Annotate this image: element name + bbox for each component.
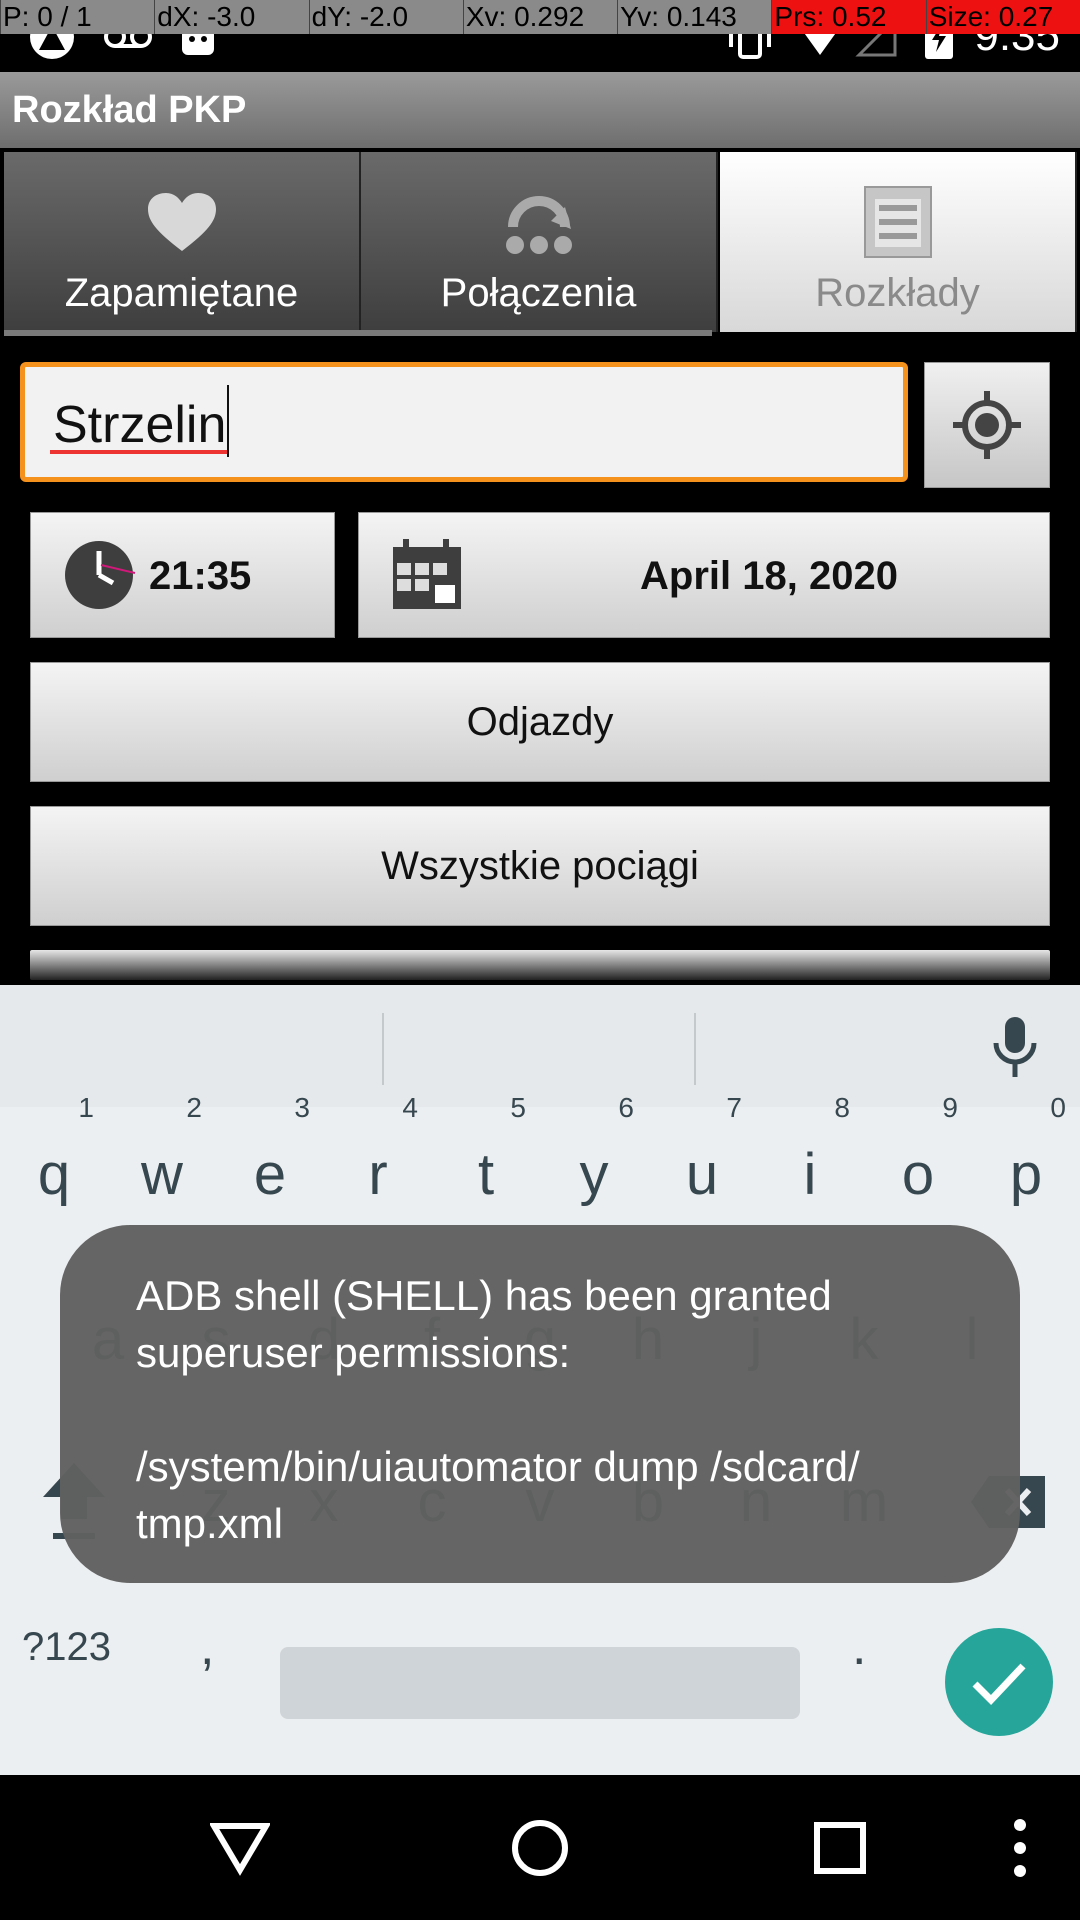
crosshair-icon [953, 391, 1021, 459]
debug-xv: Xv: 0.292 [462, 0, 617, 34]
key-e[interactable]: 3e [216, 1092, 324, 1230]
calendar-icon [393, 539, 461, 609]
app-title: Rozkład PKP [12, 89, 247, 131]
debug-size: Size: 0.27 [925, 0, 1080, 34]
date-value: April 18, 2020 [640, 554, 898, 598]
action-bar: Rozkład PKP [0, 72, 1080, 148]
tab-bar: Zapamiętane Połączenia Rozkłady [0, 148, 1080, 338]
key-r[interactable]: 4r [324, 1092, 432, 1230]
key-row-1: 1q 2w 3e 4r 5t 6y 7u 8i 9o 0p [0, 1092, 1080, 1230]
back-icon [210, 1822, 270, 1876]
key-p[interactable]: 0p [972, 1092, 1080, 1230]
heart-icon [4, 182, 359, 262]
time-picker-button[interactable]: 21:35 [30, 512, 335, 638]
navigation-bar [0, 1775, 1080, 1920]
debug-pressure: Prs: 0.52 [771, 0, 926, 34]
tab-saved[interactable]: Zapamiętane [4, 152, 361, 332]
tab-connections-label: Połączenia [440, 271, 637, 315]
key-u[interactable]: 7u [648, 1092, 756, 1230]
microphone-icon[interactable] [990, 1013, 1060, 1093]
period-key[interactable]: . [852, 1607, 866, 1687]
tab-connections[interactable]: Połączenia [361, 152, 718, 332]
status-bar: 9:35 P: 0 / 1 dX: -3.0 dY: -2.0 Xv: 0.29… [0, 0, 1080, 72]
key-w[interactable]: 2w [108, 1092, 216, 1230]
timetable-icon [720, 182, 1075, 262]
tab-timetables-label: Rozkłady [815, 271, 980, 315]
locate-button[interactable] [924, 362, 1050, 488]
all-trains-button[interactable]: Wszystkie pociągi [30, 806, 1050, 926]
clock-icon [65, 541, 136, 609]
home-button[interactable] [470, 1775, 610, 1920]
overflow-menu-button[interactable] [950, 1775, 1080, 1920]
tab-indicator-inactive [4, 330, 712, 336]
suggestion-divider [382, 1013, 384, 1085]
date-picker-button[interactable]: April 18, 2020 [358, 512, 1050, 638]
debug-pointer-count: P: 0 / 1 [0, 0, 154, 34]
toast-text: ADB shell (SHELL) has been granted super… [136, 1272, 860, 1547]
back-button[interactable] [170, 1775, 310, 1920]
home-icon [512, 1819, 568, 1876]
text-cursor [227, 385, 229, 457]
more-vert-icon [1014, 1818, 1026, 1877]
tab-timetables[interactable]: Rozkłady [720, 152, 1077, 332]
debug-dy: dY: -2.0 [308, 0, 463, 34]
all-trains-label: Wszystkie pociągi [381, 843, 699, 888]
key-o[interactable]: 9o [864, 1092, 972, 1230]
time-value: 21:35 [149, 554, 252, 598]
spacebar[interactable] [280, 1647, 800, 1719]
partially-hidden-button[interactable] [30, 950, 1050, 980]
key-t[interactable]: 5t [432, 1092, 540, 1230]
debug-yv: Yv: 0.143 [617, 0, 771, 34]
debug-dx: dX: -3.0 [154, 0, 308, 34]
recents-icon [814, 1821, 866, 1874]
recents-button[interactable] [770, 1775, 910, 1920]
departures-button[interactable]: Odjazdy [30, 662, 1050, 782]
comma-key[interactable]: , [200, 1607, 214, 1687]
departures-label: Odjazdy [466, 699, 614, 744]
key-i[interactable]: 8i [756, 1092, 864, 1230]
suggestion-divider [694, 1013, 696, 1085]
checkmark-icon [972, 1663, 1026, 1706]
enter-key[interactable] [945, 1628, 1053, 1736]
toast-message: ADB shell (SHELL) has been granted super… [60, 1225, 1020, 1583]
key-q[interactable]: 1q [0, 1092, 108, 1230]
suggestion-strip [0, 985, 1080, 1107]
connections-icon [361, 182, 716, 262]
spellcheck-underline [50, 450, 228, 454]
station-field[interactable] [20, 362, 908, 482]
key-y[interactable]: 6y [540, 1092, 648, 1230]
pointer-debug-overlay: P: 0 / 1 dX: -3.0 dY: -2.0 Xv: 0.292 Yv:… [0, 0, 1080, 34]
symbols-key[interactable]: ?123 [22, 1607, 111, 1687]
tab-saved-label: Zapamiętane [64, 271, 299, 315]
